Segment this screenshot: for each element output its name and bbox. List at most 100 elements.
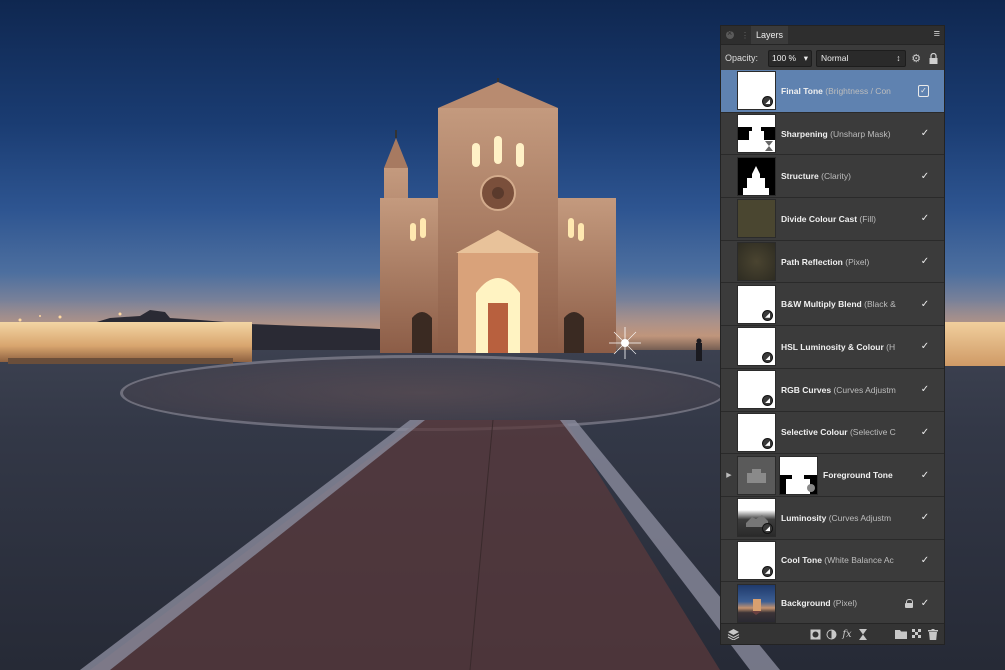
- visibility-checkbox[interactable]: ✓: [919, 427, 931, 438]
- gear-icon[interactable]: ⚙: [910, 51, 923, 65]
- lock-icon[interactable]: [927, 51, 940, 65]
- layer-thumbnail[interactable]: [737, 412, 776, 452]
- layer-row[interactable]: Divide Colour Cast (Fill) ✓: [721, 198, 944, 241]
- person-silhouette: [696, 338, 702, 361]
- layer-label: RGB Curves (Curves Adjustm: [781, 385, 919, 395]
- visibility-checkbox[interactable]: ✓: [919, 598, 931, 609]
- layer-name: Divide Colour Cast: [781, 213, 858, 224]
- layer-label: B&W Multiply Blend (Black &: [781, 299, 919, 309]
- layer-name: RGB Curves: [781, 384, 832, 395]
- layer-label: Divide Colour Cast (Fill): [781, 214, 919, 224]
- layer-thumbnail[interactable]: [737, 71, 776, 111]
- visibility-checkbox[interactable]: ✓: [919, 128, 931, 139]
- layer-row[interactable]: Cool Tone (White Balance Ac ✓: [721, 539, 944, 583]
- layer-thumbnail[interactable]: [737, 455, 776, 495]
- mask-icon[interactable]: [807, 627, 823, 641]
- layer-row[interactable]: Sharpening (Unsharp Mask) ✓: [721, 112, 944, 156]
- live-filter-icon[interactable]: [855, 627, 871, 641]
- layer-row[interactable]: RGB Curves (Curves Adjustm ✓: [721, 368, 944, 412]
- visibility-checkbox[interactable]: ✓: [919, 213, 931, 224]
- layer-name: Final Tone: [781, 85, 823, 96]
- layer-thumbnail[interactable]: [737, 540, 776, 580]
- layer-thumbnail[interactable]: [737, 199, 776, 239]
- layer-lock-icon[interactable]: [905, 598, 913, 608]
- visibility-checkbox[interactable]: ✓: [919, 384, 931, 395]
- layers-panel: ⋮⋮ Layers ≡ Opacity: 100 % ▾ Normal ↕ ⚙ …: [720, 25, 945, 645]
- panel-menu-icon[interactable]: ≡: [934, 28, 940, 40]
- stepper-icon: ↕: [896, 53, 901, 63]
- tab-layers[interactable]: Layers: [751, 26, 789, 44]
- opacity-field[interactable]: 100 % ▾: [768, 49, 812, 67]
- layer-type: (Unsharp Mask): [827, 128, 891, 139]
- layer-thumbnail[interactable]: [737, 284, 776, 324]
- layer-type: (White Balance Ac: [821, 555, 894, 566]
- layer-type: (Curves Adjustm: [831, 384, 896, 395]
- new-pixel-layer-icon[interactable]: [909, 627, 925, 641]
- expand-arrow-icon[interactable]: ▶: [721, 471, 737, 479]
- layer-row[interactable]: Selective Colour (Selective C ✓: [721, 411, 944, 455]
- adjustment-layer-icon: [762, 565, 773, 577]
- layer-row[interactable]: Luminosity (Curves Adjustm ✓: [721, 496, 944, 540]
- layer-thumbnail[interactable]: [737, 327, 776, 367]
- visibility-checkbox[interactable]: ✓: [919, 341, 931, 352]
- blend-mode-value: Normal: [820, 53, 849, 63]
- adjustment-layer-icon: [762, 437, 773, 449]
- layer-label: Background (Pixel): [781, 598, 905, 608]
- layer-row[interactable]: B&W Multiply Blend (Black & ✓: [721, 283, 944, 327]
- layer-label: HSL Luminosity & Colour (H: [781, 342, 919, 352]
- trash-icon[interactable]: [925, 627, 941, 641]
- layers-list: Final Tone (Brightness / Con ✓ Sharpening …: [721, 70, 944, 625]
- layer-type: (Curves Adjustm: [826, 512, 892, 523]
- layer-type: (Brightness / Con: [822, 85, 891, 96]
- layer-row[interactable]: Path Reflection (Pixel) ✓: [721, 240, 944, 284]
- layer-name: Cool Tone: [781, 555, 822, 566]
- layer-thumbnail[interactable]: [737, 156, 776, 196]
- layer-mask-thumbnail[interactable]: [779, 455, 818, 495]
- visibility-checkbox[interactable]: ✓: [919, 171, 931, 182]
- layer-type: (Selective C: [847, 427, 896, 438]
- fx-icon[interactable]: fx: [839, 627, 855, 641]
- layer-type: (H: [883, 341, 896, 352]
- illuminated-wall-right: [945, 322, 1005, 366]
- layer-label: Structure (Clarity): [781, 171, 919, 181]
- layer-thumbnail[interactable]: [737, 583, 776, 623]
- layer-thumbnail[interactable]: [737, 498, 776, 538]
- visibility-checkbox[interactable]: ✓: [919, 512, 931, 523]
- illuminated-wall-left: [0, 322, 252, 362]
- close-panel-button[interactable]: [726, 28, 734, 39]
- layer-thumbnail[interactable]: [737, 370, 776, 410]
- basilica: [380, 78, 616, 353]
- layer-row[interactable]: Structure (Clarity) ✓: [721, 155, 944, 199]
- layer-row[interactable]: ▶ Foreground Tone ✓: [721, 454, 944, 497]
- layer-name: Path Reflection: [781, 256, 843, 267]
- blend-mode-select[interactable]: Normal ↕: [815, 49, 906, 67]
- layer-row[interactable]: Final Tone (Brightness / Con ✓: [721, 70, 944, 113]
- layers-footer-toolbar: fx: [721, 623, 944, 644]
- layer-label: Cool Tone (White Balance Ac: [781, 555, 919, 565]
- layer-name: Luminosity: [781, 512, 827, 523]
- bench: [8, 358, 233, 364]
- adjustment-layer-icon: [762, 352, 773, 364]
- layer-label: Path Reflection (Pixel): [781, 257, 919, 267]
- layer-type: (Fill): [857, 213, 876, 224]
- layer-name: Sharpening: [781, 128, 828, 139]
- visibility-checkbox[interactable]: ✓: [919, 299, 931, 310]
- visibility-checkbox[interactable]: ✓: [919, 470, 931, 481]
- layer-name: Structure: [781, 171, 819, 182]
- layer-label: Sharpening (Unsharp Mask): [781, 129, 919, 139]
- panel-titlebar: ⋮⋮ Layers ≡: [721, 26, 944, 45]
- layer-thumbnail[interactable]: [737, 114, 776, 154]
- adjustment-icon[interactable]: [823, 627, 839, 641]
- layer-name: Background: [781, 598, 831, 609]
- visibility-checkbox[interactable]: ✓: [919, 256, 931, 267]
- visibility-checkbox[interactable]: ✓: [918, 84, 929, 97]
- visibility-checkbox[interactable]: ✓: [919, 555, 931, 566]
- layer-stack-icon[interactable]: [725, 627, 741, 641]
- folder-icon[interactable]: [893, 627, 909, 641]
- layer-row[interactable]: Background (Pixel) ✓: [721, 582, 944, 625]
- opacity-label: Opacity:: [725, 53, 759, 63]
- adjustment-layer-icon: [762, 96, 773, 108]
- layer-thumbnail[interactable]: [737, 242, 776, 282]
- layer-label: Foreground Tone: [823, 470, 919, 480]
- layer-row[interactable]: HSL Luminosity & Colour (H ✓: [721, 326, 944, 369]
